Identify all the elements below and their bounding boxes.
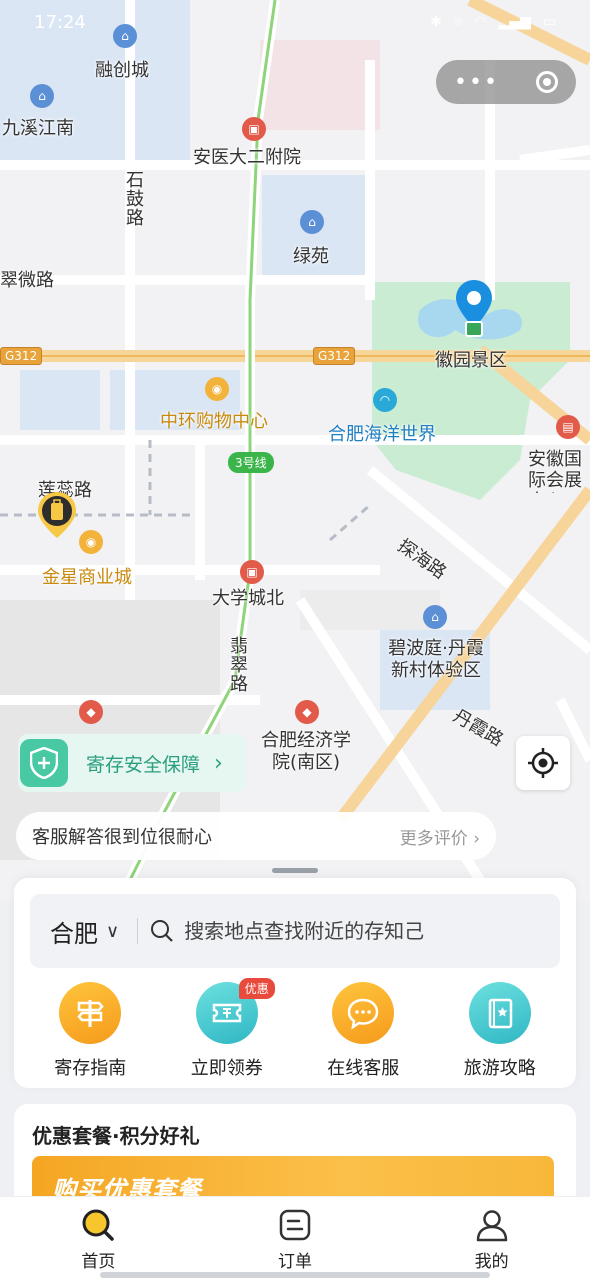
profile-icon — [476, 1210, 507, 1242]
chevron-right-icon: › — [214, 750, 223, 776]
guidebook-icon — [468, 982, 531, 1044]
quick-action-get-coupon[interactable]: 优惠 立即领券 — [167, 978, 287, 1080]
status-icons: ✱ ⌾ ◠ ▂▄▆ ▭ — [430, 14, 556, 30]
map-pin-icon[interactable] — [456, 280, 492, 344]
signal-icon: ▂▄▆ — [498, 14, 531, 30]
order-icon — [279, 1209, 311, 1241]
map-label-feicui-road: 翡翠路 — [227, 636, 248, 693]
map-label-hefei-econ: 合肥经济学院(南区) — [261, 730, 351, 773]
road-badge-g312: G312 — [0, 347, 43, 365]
status-time: 17:24 — [34, 11, 86, 33]
signpost-icon — [59, 982, 122, 1044]
map-label-rongchuang: 融创城 — [95, 60, 149, 81]
map-label-huiyuan: 徽园景区 — [435, 350, 507, 371]
map-label-bibo: 碧波庭·丹霞新村体验区 — [388, 638, 484, 681]
tab-profile[interactable]: 我的 — [432, 1207, 552, 1272]
discount-badge: 优惠 — [238, 978, 275, 999]
battery-icon: ▭ — [542, 14, 556, 30]
tab-label: 我的 — [474, 1252, 509, 1272]
residence-icon: ⌂ — [113, 24, 137, 48]
divider — [137, 918, 139, 944]
status-bar: 17:24 ✱ ⌾ ◠ ▂▄▆ ▭ — [0, 0, 590, 44]
target-icon[interactable] — [536, 71, 558, 93]
quick-action-storage-guide[interactable]: 寄存指南 — [30, 982, 150, 1080]
tab-label: 订单 — [277, 1252, 312, 1272]
locate-me-button[interactable] — [516, 736, 570, 790]
map-label-cuiwei-road: 翠微路 — [0, 270, 54, 291]
mall-icon: ◉ — [205, 377, 229, 401]
search-input[interactable] — [184, 919, 505, 943]
storage-safety-banner[interactable]: 寄存安全保障 › — [18, 734, 246, 792]
map-label-shigu-road: 石鼓路 — [123, 170, 144, 227]
city-selector[interactable]: 合肥 ∨ — [50, 914, 119, 949]
school-icon: ◆ — [79, 700, 103, 724]
review-message: 客服解答很到位很耐心 — [32, 827, 212, 848]
residence-icon: ⌂ — [423, 605, 447, 629]
mall-icon: ◉ — [79, 530, 103, 554]
safety-banner-label: 寄存安全保障 — [86, 753, 201, 776]
tab-home[interactable]: 首页 — [38, 1207, 158, 1272]
metro-line-badge: 3号线 — [228, 452, 274, 473]
more-reviews-label: 更多评价 — [399, 828, 468, 849]
chat-icon — [332, 982, 395, 1044]
residence-icon: ⌂ — [30, 84, 54, 108]
mini-program-capsule[interactable]: ••• — [436, 60, 576, 104]
search-bar: 合肥 ∨ — [30, 894, 560, 968]
quick-action-label: 寄存指南 — [54, 1058, 127, 1079]
bottom-tab-bar: 首页 订单 我的 — [0, 1196, 590, 1280]
shield-plus-icon — [20, 739, 68, 787]
chevron-down-icon: ∨ — [106, 920, 120, 942]
map-label-anhui-expo: 安徽国际会展中心 — [528, 449, 582, 493]
crosshair-icon — [528, 748, 558, 778]
map-label-lvyuan: 绿苑 — [293, 246, 329, 267]
home-search-icon — [82, 1209, 115, 1241]
quick-action-label: 立即领券 — [190, 1058, 263, 1079]
map-label-jiuxi: 九溪江南 — [2, 118, 74, 139]
map-label-jinxing: 金星商业城 — [42, 567, 132, 588]
promo-title: 优惠套餐·积分好礼 — [32, 1124, 200, 1148]
school-icon: ◆ — [295, 700, 319, 724]
tab-orders[interactable]: 订单 — [235, 1207, 355, 1272]
venue-icon: ▤ — [556, 415, 580, 439]
more-reviews-link[interactable]: 更多评价 › — [400, 824, 480, 849]
quick-action-online-support[interactable]: 在线客服 — [303, 982, 423, 1080]
map-label-daxuecheng-north: 大学城北 — [212, 588, 284, 609]
map-label-anyi-hospital: 安医大二附院 — [193, 147, 301, 168]
quick-action-travel-guide[interactable]: 旅游攻略 — [440, 982, 560, 1080]
aquarium-icon: ◠ — [373, 388, 397, 412]
search-icon — [151, 920, 173, 942]
more-dots-icon[interactable]: ••• — [454, 70, 499, 95]
map-label-zhonghuan-mall: 中环购物中心 — [160, 411, 268, 432]
quick-action-label: 在线客服 — [327, 1058, 400, 1079]
metro-station-icon: ▣ — [242, 117, 266, 141]
review-ticker[interactable]: 客服解答很到位很耐心 更多评价 › — [16, 812, 496, 860]
residence-icon: ⌂ — [300, 210, 324, 234]
bluetooth-icon: ✱ — [430, 14, 442, 30]
wifi-icon: ◠ — [474, 14, 487, 30]
map-label-ocean-world: 合肥海洋世界 — [328, 424, 436, 445]
tab-label: 首页 — [81, 1252, 116, 1272]
map-view[interactable]: 17:24 ✱ ⌾ ◠ ▂▄▆ ▭ ⌂ ⌂ ▣ ⌂ ◉ ◠ ▤ ◉ ▣ ⌂ ◆ … — [0, 0, 590, 900]
metro-station-icon: ▣ — [240, 560, 264, 584]
road-badge-g312: G312 — [313, 347, 356, 365]
sheet-drag-handle[interactable] — [272, 868, 318, 873]
search-sheet: 合肥 ∨ 寄存指南 — [14, 878, 576, 1088]
home-indicator — [100, 1272, 490, 1278]
location-icon: ⌾ — [453, 14, 463, 30]
luggage-store-marker-icon[interactable] — [38, 492, 76, 538]
city-label: 合肥 — [50, 919, 98, 948]
quick-actions: 寄存指南 优惠 立即领券 在线客服 旅游攻略 — [14, 978, 576, 1080]
quick-action-label: 旅游攻略 — [463, 1058, 536, 1079]
